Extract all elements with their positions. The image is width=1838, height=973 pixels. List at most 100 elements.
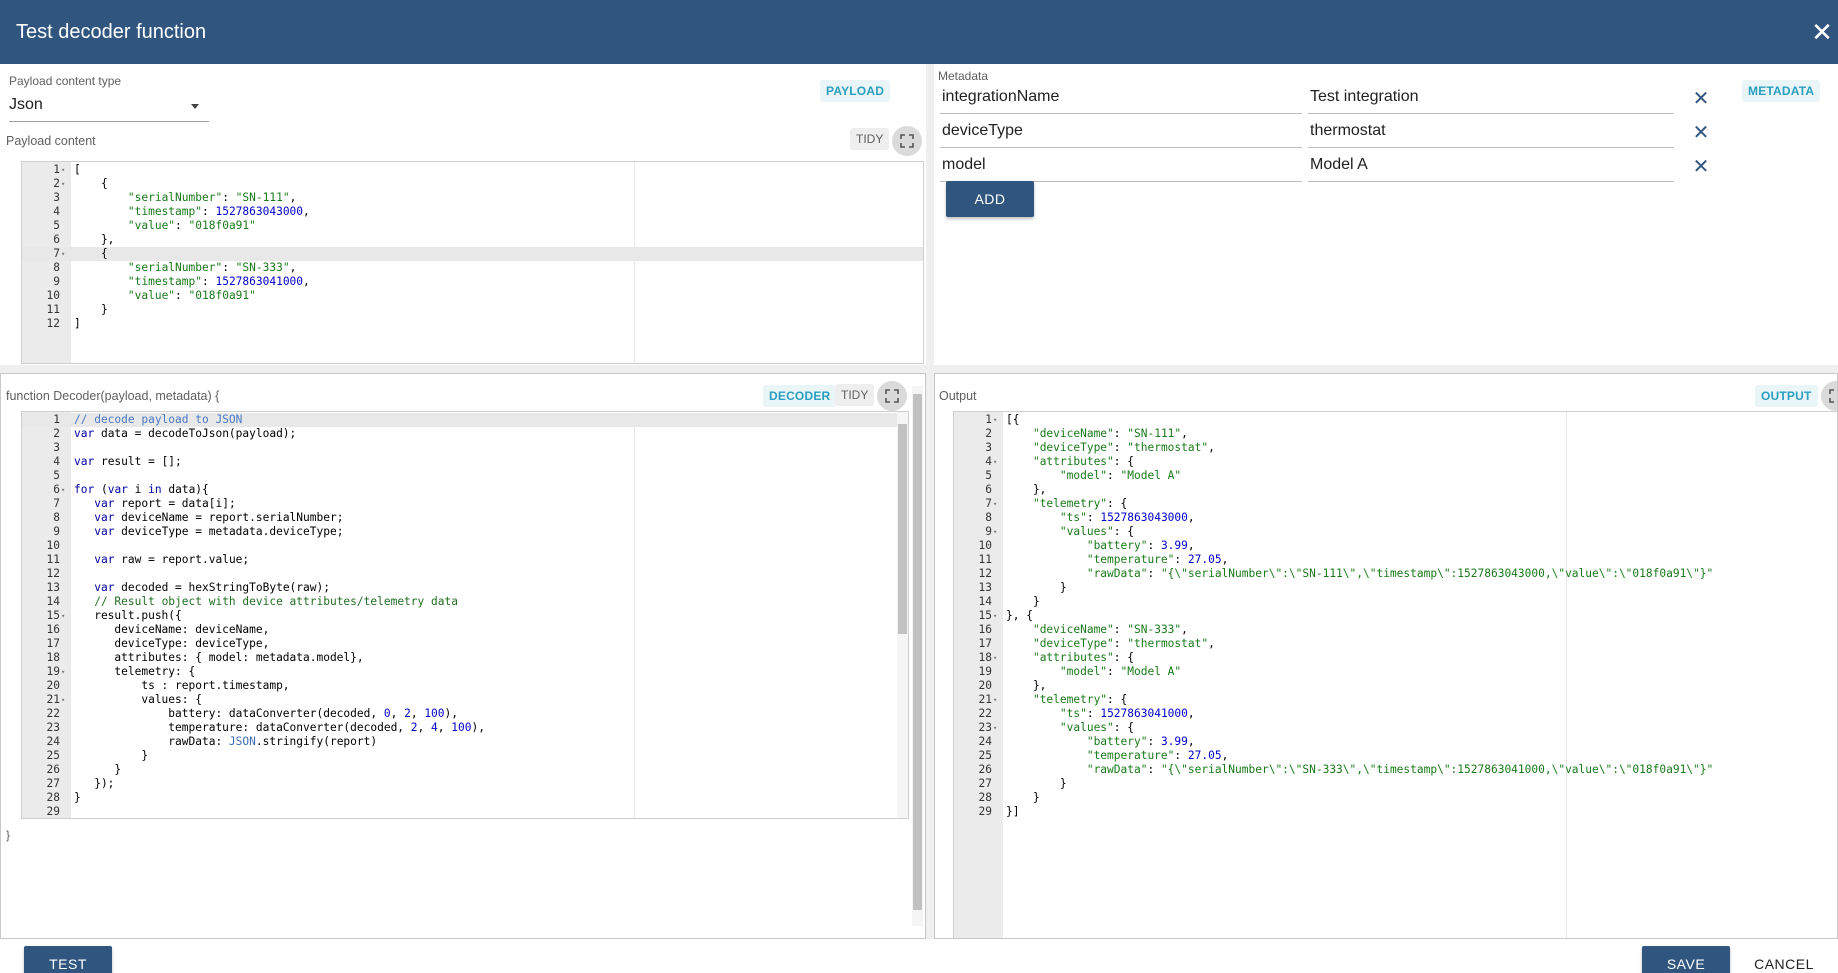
payload-tidy-button[interactable]: TIDY xyxy=(850,128,890,150)
code-text: "deviceName": "SN-111", xyxy=(1032,427,1188,440)
metadata-value-input[interactable]: Test integration xyxy=(1308,84,1674,114)
fold-toggle-icon[interactable]: ▾ xyxy=(61,247,69,261)
vertical-splitter[interactable] xyxy=(926,64,934,939)
output-line: 29}] xyxy=(954,805,1837,819)
save-button[interactable]: SAVE xyxy=(1642,946,1730,973)
line-number: 20 xyxy=(46,679,60,692)
decoder-signature: function Decoder(payload, metadata) { xyxy=(6,389,220,403)
decoder-editor-scrollbar[interactable] xyxy=(897,412,908,818)
fold-toggle-icon[interactable]: ▾ xyxy=(61,163,69,177)
fold-toggle-icon[interactable]: ▾ xyxy=(993,609,1001,623)
fold-toggle-icon[interactable]: ▾ xyxy=(61,609,69,623)
decoder-line: 19 ▾ telemetry: { xyxy=(22,665,908,679)
output-line: 21 ▾ "telemetry": { xyxy=(954,693,1837,707)
line-number: 21 xyxy=(978,693,992,706)
fold-toggle-icon[interactable]: ▾ xyxy=(993,651,1001,665)
decoder-tidy-button[interactable]: TIDY xyxy=(835,384,875,406)
code-text: var data = decodeToJson(payload); xyxy=(74,427,297,440)
line-number: 25 xyxy=(978,749,992,762)
line-number: 6 xyxy=(53,483,60,496)
metadata-key-input[interactable]: deviceType xyxy=(940,118,1302,148)
payload-pane: Payload content type Json PAYLOAD Payloa… xyxy=(0,64,926,365)
remove-metadata-icon[interactable]: ✕ xyxy=(1692,157,1710,177)
line-number: 7 xyxy=(53,247,60,260)
line-number: 13 xyxy=(46,581,60,594)
line-number: 26 xyxy=(46,763,60,776)
fold-toggle-icon[interactable]: ▾ xyxy=(61,177,69,191)
line-number: 6 xyxy=(53,233,60,246)
decoder-line: 1 // decode payload to JSON xyxy=(22,413,908,427)
output-editor[interactable]: 1 ▾[{2 "deviceName": "SN-111", 3 "deviceTy… xyxy=(953,411,1837,938)
payload-fullscreen-button[interactable] xyxy=(892,126,922,156)
metadata-key-input[interactable]: model xyxy=(940,152,1302,182)
line-number: 4 xyxy=(53,205,60,218)
remove-metadata-icon[interactable]: ✕ xyxy=(1692,123,1710,143)
payload-editor[interactable]: 1 ▾[2 ▾ {3 "serialNumber": "SN-111", 4 "tim… xyxy=(21,161,924,364)
decoder-line: 28} xyxy=(22,791,908,805)
code-text: temperature: dataConverter(decoded, 2, 4… xyxy=(74,721,485,734)
line-number: 3 xyxy=(53,191,60,204)
output-line: 24 "battery": 3.99, xyxy=(954,735,1837,749)
fold-toggle-icon[interactable]: ▾ xyxy=(993,721,1001,735)
close-icon[interactable]: ✕ xyxy=(1808,18,1836,46)
payload-content-label: Payload content xyxy=(6,134,96,148)
output-fullscreen-button[interactable] xyxy=(1821,381,1837,411)
payload-content-type-select[interactable]: Json xyxy=(9,94,209,122)
line-number: 3 xyxy=(53,441,60,454)
fold-toggle-icon[interactable]: ▾ xyxy=(993,525,1001,539)
fold-toggle-icon[interactable]: ▾ xyxy=(993,693,1001,707)
scrollbar-thumb[interactable] xyxy=(913,394,922,910)
test-button[interactable]: TEST xyxy=(24,946,112,973)
metadata-value-input[interactable]: Model A xyxy=(1308,152,1674,182)
fold-toggle-icon[interactable]: ▾ xyxy=(61,665,69,679)
decoder-line: 25 } xyxy=(22,749,908,763)
fold-toggle-icon[interactable]: ▾ xyxy=(993,497,1001,511)
code-text: } xyxy=(1006,581,1067,594)
payload-line: 10 "value": "018f0a91" xyxy=(22,289,923,303)
line-number: 2 xyxy=(985,427,992,440)
decoder-line: 14 // Result object with device attribut… xyxy=(22,595,908,609)
fold-toggle-icon[interactable]: ▾ xyxy=(61,483,69,497)
payload-line: 8 "serialNumber": "SN-333", xyxy=(22,261,923,275)
decoder-line: 6 ▾ for (var i in data){ xyxy=(22,483,908,497)
code-text: "temperature": 27.05, xyxy=(1086,749,1229,762)
fold-toggle-icon[interactable]: ▾ xyxy=(61,693,69,707)
output-line: 25 "temperature": 27.05, xyxy=(954,749,1837,763)
metadata-value-input[interactable]: thermostat xyxy=(1308,118,1674,148)
line-number: 16 xyxy=(46,623,60,636)
code-text: [ xyxy=(74,163,81,176)
output-line: 2 "deviceName": "SN-111", xyxy=(954,427,1837,441)
line-number: 4 xyxy=(985,455,992,468)
code-text: } xyxy=(1006,777,1067,790)
fold-toggle-icon[interactable]: ▾ xyxy=(993,455,1001,469)
line-number: 21 xyxy=(46,693,60,706)
decoder-fullscreen-button[interactable] xyxy=(877,381,907,411)
decoder-closing-brace: } xyxy=(6,828,11,842)
horizontal-splitter-right[interactable] xyxy=(934,365,1838,373)
decoder-line: 16 deviceName: deviceName, xyxy=(22,623,908,637)
line-number: 1 xyxy=(985,413,992,426)
decoder-pane-scrollbar[interactable] xyxy=(912,386,923,926)
code-text: "value": "018f0a91" xyxy=(127,289,256,302)
code-text: "timestamp": 1527863041000, xyxy=(127,275,310,288)
payload-line: 7 ▾ { xyxy=(22,247,923,261)
metadata-label: Metadata xyxy=(938,69,989,83)
cancel-button[interactable]: CANCEL xyxy=(1740,946,1828,973)
line-number: 24 xyxy=(46,735,60,748)
add-metadata-button[interactable]: ADD xyxy=(946,181,1034,217)
decoder-line: 4 var result = []; xyxy=(22,455,908,469)
fold-toggle-icon[interactable]: ▾ xyxy=(993,413,1001,427)
payload-content-type-label: Payload content type xyxy=(9,74,122,88)
code-text: "rawData": "{\"serialNumber\":\"SN-111\"… xyxy=(1086,567,1714,580)
decoder-line: 11 var raw = report.value; xyxy=(22,553,908,567)
decoder-editor[interactable]: 1 // decode payload to JSON 2 var data = de… xyxy=(21,411,909,819)
scrollbar-thumb[interactable] xyxy=(898,424,907,634)
horizontal-splitter-left[interactable] xyxy=(0,365,926,373)
output-line: 11 "temperature": 27.05, xyxy=(954,553,1837,567)
remove-metadata-icon[interactable]: ✕ xyxy=(1692,89,1710,109)
metadata-key-input[interactable]: integrationName xyxy=(940,84,1302,114)
line-number: 23 xyxy=(46,721,60,734)
line-number: 18 xyxy=(46,651,60,664)
line-number: 19 xyxy=(46,665,60,678)
code-text: var report = data[i]; xyxy=(94,497,236,510)
